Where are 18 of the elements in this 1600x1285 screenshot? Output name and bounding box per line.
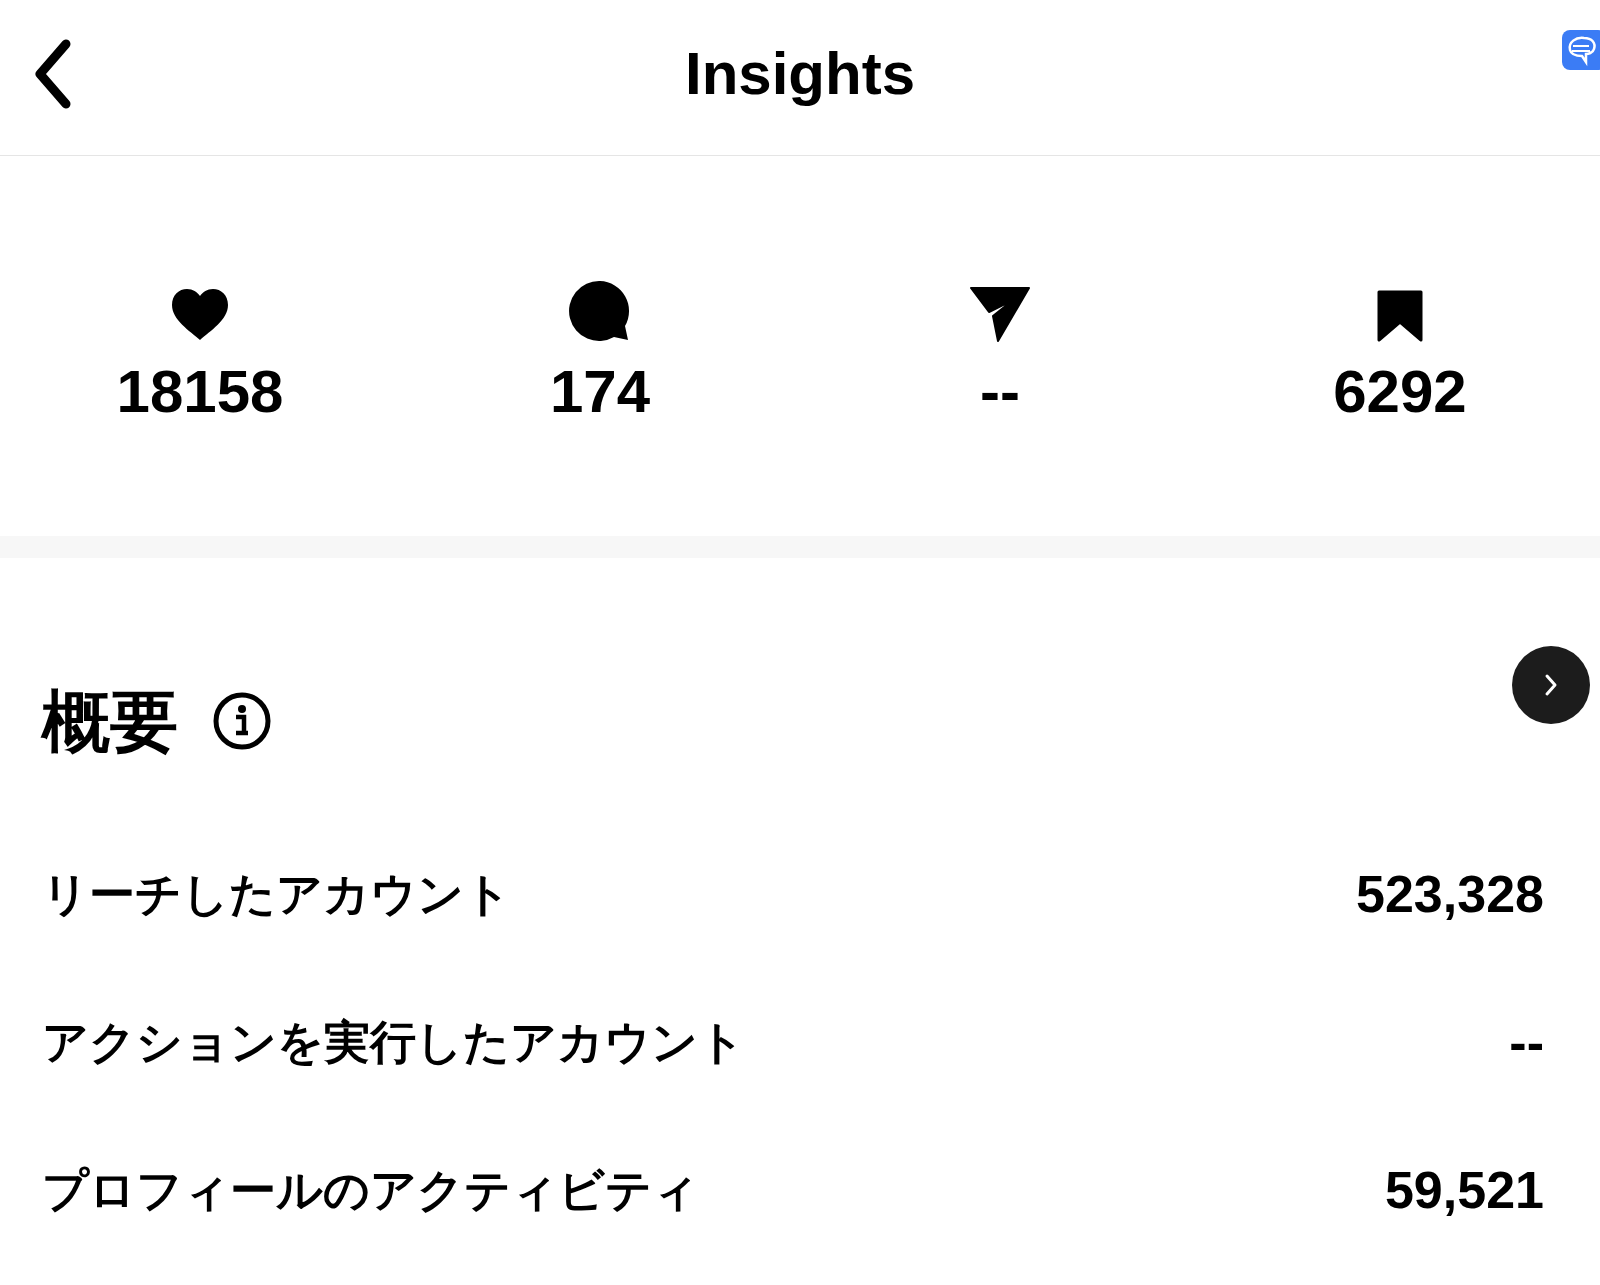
page-title: Insights: [685, 38, 915, 109]
heart-icon: [170, 288, 230, 342]
stat-value: --: [980, 362, 1020, 422]
stat-value: 18158: [116, 362, 284, 422]
metric-value: 523,328: [1356, 864, 1544, 925]
metric-value: 59,521: [1384, 1160, 1544, 1221]
comment-icon: [569, 280, 631, 342]
stat-value: 174: [549, 362, 651, 422]
chevron-right-icon: [1544, 673, 1558, 697]
metric-label: リーチしたアカウント: [42, 866, 511, 922]
bookmark-icon: [1377, 290, 1423, 342]
metric-label: プロフィールのアクティビティ: [42, 1162, 699, 1218]
stat-value: 6292: [1333, 362, 1467, 422]
section-title: 概要: [42, 687, 178, 755]
paper-plane-icon: [969, 286, 1031, 342]
info-icon[interactable]: [212, 691, 272, 751]
metric-value: --: [1509, 1012, 1544, 1073]
metric-label: アクションを実行したアカウント: [42, 1014, 745, 1070]
